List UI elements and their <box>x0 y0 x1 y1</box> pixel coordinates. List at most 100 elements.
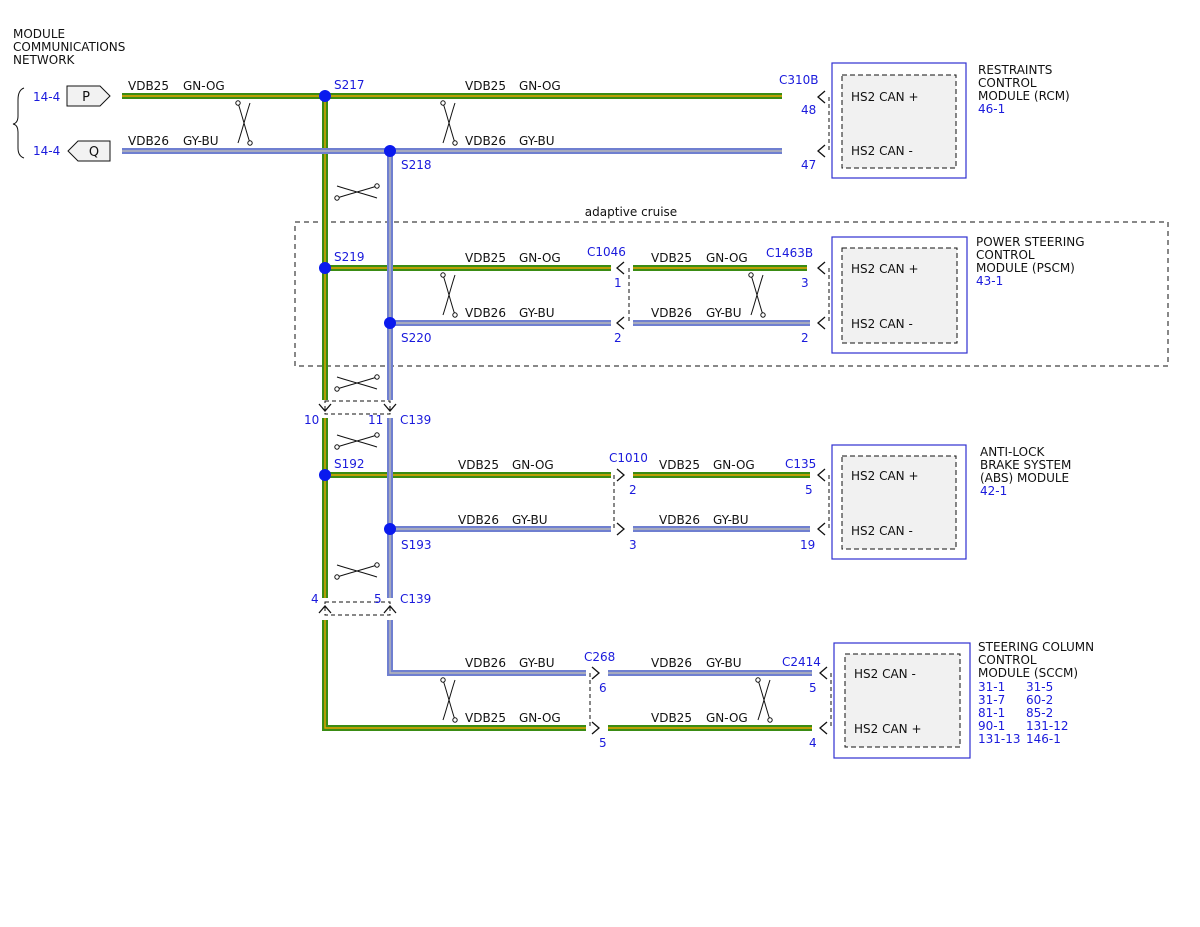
wire-circuit-label: VDB25 <box>458 458 499 472</box>
connector-p[interactable]: P <box>66 85 111 107</box>
connector-c139-lower-pin: 4 <box>311 592 319 606</box>
connector-c1010-pin: 3 <box>629 538 637 552</box>
sccm-pin-plus-number: 4 <box>809 736 817 750</box>
wire-color-label: GN-OG <box>519 79 561 93</box>
adaptive-cruise-label: adaptive cruise <box>585 205 677 219</box>
module-sccm[interactable]: HS2 CAN - HS2 CAN + <box>833 642 971 759</box>
sccm-ref[interactable]: 146-1 <box>1026 732 1061 746</box>
connector-c1046-pin: 2 <box>614 331 622 345</box>
connector-q[interactable]: Q <box>67 140 111 162</box>
wire-color-label: GN-OG <box>706 711 748 725</box>
wire-circuit-label: VDB26 <box>465 134 506 148</box>
brace-icon <box>12 87 25 159</box>
pscm-ref[interactable]: 43-1 <box>976 274 1003 288</box>
splice-s217-label: S217 <box>334 78 365 92</box>
wire-circuit-label: VDB25 <box>465 711 506 725</box>
connector-c268-pin: 5 <box>599 736 607 750</box>
splice-s219-label: S219 <box>334 250 365 264</box>
abs-name-line-2: BRAKE SYSTEM <box>980 458 1071 472</box>
twisted-pair-icons <box>235 100 773 723</box>
sccm-pin-minus-label: HS2 CAN - <box>854 667 916 681</box>
pscm-pin-minus-number: 2 <box>801 331 809 345</box>
abs-ref[interactable]: 42-1 <box>980 484 1007 498</box>
wire-circuit-label: VDB26 <box>651 306 692 320</box>
wire-color-label: GY-BU <box>706 306 742 320</box>
sccm-pin-minus-number: 5 <box>809 681 817 695</box>
wire-circuit-label: VDB26 <box>651 656 692 670</box>
sccm-ref[interactable]: 31-5 <box>1026 680 1053 694</box>
sccm-ref[interactable]: 131-12 <box>1026 719 1069 733</box>
splice-s218-label: S218 <box>401 158 432 172</box>
splice-dot-icon[interactable] <box>384 145 396 157</box>
wire-color-label: GY-BU <box>519 134 555 148</box>
connector-c139-lower-label: C139 <box>400 592 431 606</box>
module-abs[interactable]: HS2 CAN + HS2 CAN - <box>831 444 967 560</box>
connector-c1046-pin: 1 <box>614 276 622 290</box>
connector-c1010-label: C1010 <box>609 451 648 465</box>
splice-dot-icon[interactable] <box>319 90 331 102</box>
splice-s193-label: S193 <box>401 538 432 552</box>
wire-color-label: GY-BU <box>519 656 555 670</box>
module-pscm[interactable]: HS2 CAN + HS2 CAN - <box>831 236 968 354</box>
wire-circuit-label: VDB25 <box>128 79 169 93</box>
pscm-pin-plus-number: 3 <box>801 276 809 290</box>
sccm-ref[interactable]: 31-7 <box>978 693 1005 707</box>
rcm-name-line-1: RESTRAINTS <box>978 63 1052 77</box>
splice-dot-icon[interactable] <box>319 469 331 481</box>
connector-c268-label: C268 <box>584 650 615 664</box>
wire-circuit-label: VDB26 <box>465 306 506 320</box>
connector-q-letter: Q <box>89 145 99 160</box>
wire-color-label: GN-OG <box>713 458 755 472</box>
pscm-name-line-3: MODULE (PSCM) <box>976 261 1075 275</box>
wire-color-label: GY-BU <box>706 656 742 670</box>
rcm-connector-label: C310B <box>779 73 819 87</box>
abs-pin-plus-number: 5 <box>805 483 813 497</box>
wire-circuit-label: VDB25 <box>465 251 506 265</box>
connector-c139-upper-label: C139 <box>400 413 431 427</box>
wire-circuit-label: VDB25 <box>465 79 506 93</box>
connector-c139-upper-pin: 11 <box>368 413 383 427</box>
wire-circuit-label: VDB26 <box>659 513 700 527</box>
wiring-diagram: MODULE COMMUNICATIONS NETWORK 14-4 P 14-… <box>12 27 1169 759</box>
wire-color-label: GN-OG <box>183 79 225 93</box>
wire-color-label: GN-OG <box>706 251 748 265</box>
sccm-pin-plus-label: HS2 CAN + <box>854 722 922 736</box>
connector-c139-lower-pin: 5 <box>374 592 382 606</box>
wire-circuit-label: VDB26 <box>458 513 499 527</box>
pin-arrow-icons <box>318 90 828 735</box>
abs-pin-minus-number: 19 <box>800 538 815 552</box>
sccm-ref[interactable]: 85-2 <box>1026 706 1053 720</box>
connector-c139-upper-pin: 10 <box>304 413 319 427</box>
abs-pin-minus-label: HS2 CAN - <box>851 524 913 538</box>
connector-c1046-label: C1046 <box>587 245 626 259</box>
splice-dot-icon[interactable] <box>384 317 396 329</box>
rcm-pin-minus-number: 47 <box>801 158 816 172</box>
splice-dot-icon[interactable] <box>319 262 331 274</box>
pscm-pin-minus-label: HS2 CAN - <box>851 317 913 331</box>
abs-name-line-3: (ABS) MODULE <box>980 471 1069 485</box>
sccm-ref[interactable]: 81-1 <box>978 706 1005 720</box>
network-title-line-2: COMMUNICATIONS <box>13 40 125 54</box>
rcm-name-line-2: CONTROL <box>978 76 1037 90</box>
rcm-pin-minus-label: HS2 CAN - <box>851 144 913 158</box>
sccm-ref[interactable]: 131-13 <box>978 732 1021 746</box>
wire-color-label: GY-BU <box>512 513 548 527</box>
sccm-ref[interactable]: 60-2 <box>1026 693 1053 707</box>
splice-dot-icon[interactable] <box>384 523 396 535</box>
module-rcm[interactable]: HS2 CAN + HS2 CAN - <box>831 62 967 179</box>
wire-color-label: GN-OG <box>519 251 561 265</box>
wire-color-label: GN-OG <box>512 458 554 472</box>
sccm-name-line-2: CONTROL <box>978 653 1037 667</box>
splice-s220-label: S220 <box>401 331 432 345</box>
pscm-pin-plus-label: HS2 CAN + <box>851 262 919 276</box>
abs-name-line-1: ANTI-LOCK <box>980 445 1045 459</box>
abs-connector-label: C135 <box>785 457 816 471</box>
wire-circuit-label: VDB26 <box>465 656 506 670</box>
sccm-ref[interactable]: 31-1 <box>978 680 1005 694</box>
rcm-ref[interactable]: 46-1 <box>978 102 1005 116</box>
network-title-line-3: NETWORK <box>13 53 76 67</box>
connector-c268-pin: 6 <box>599 681 607 695</box>
wire-circuit-label: VDB25 <box>659 458 700 472</box>
sccm-ref[interactable]: 90-1 <box>978 719 1005 733</box>
wire-color-label: GY-BU <box>713 513 749 527</box>
